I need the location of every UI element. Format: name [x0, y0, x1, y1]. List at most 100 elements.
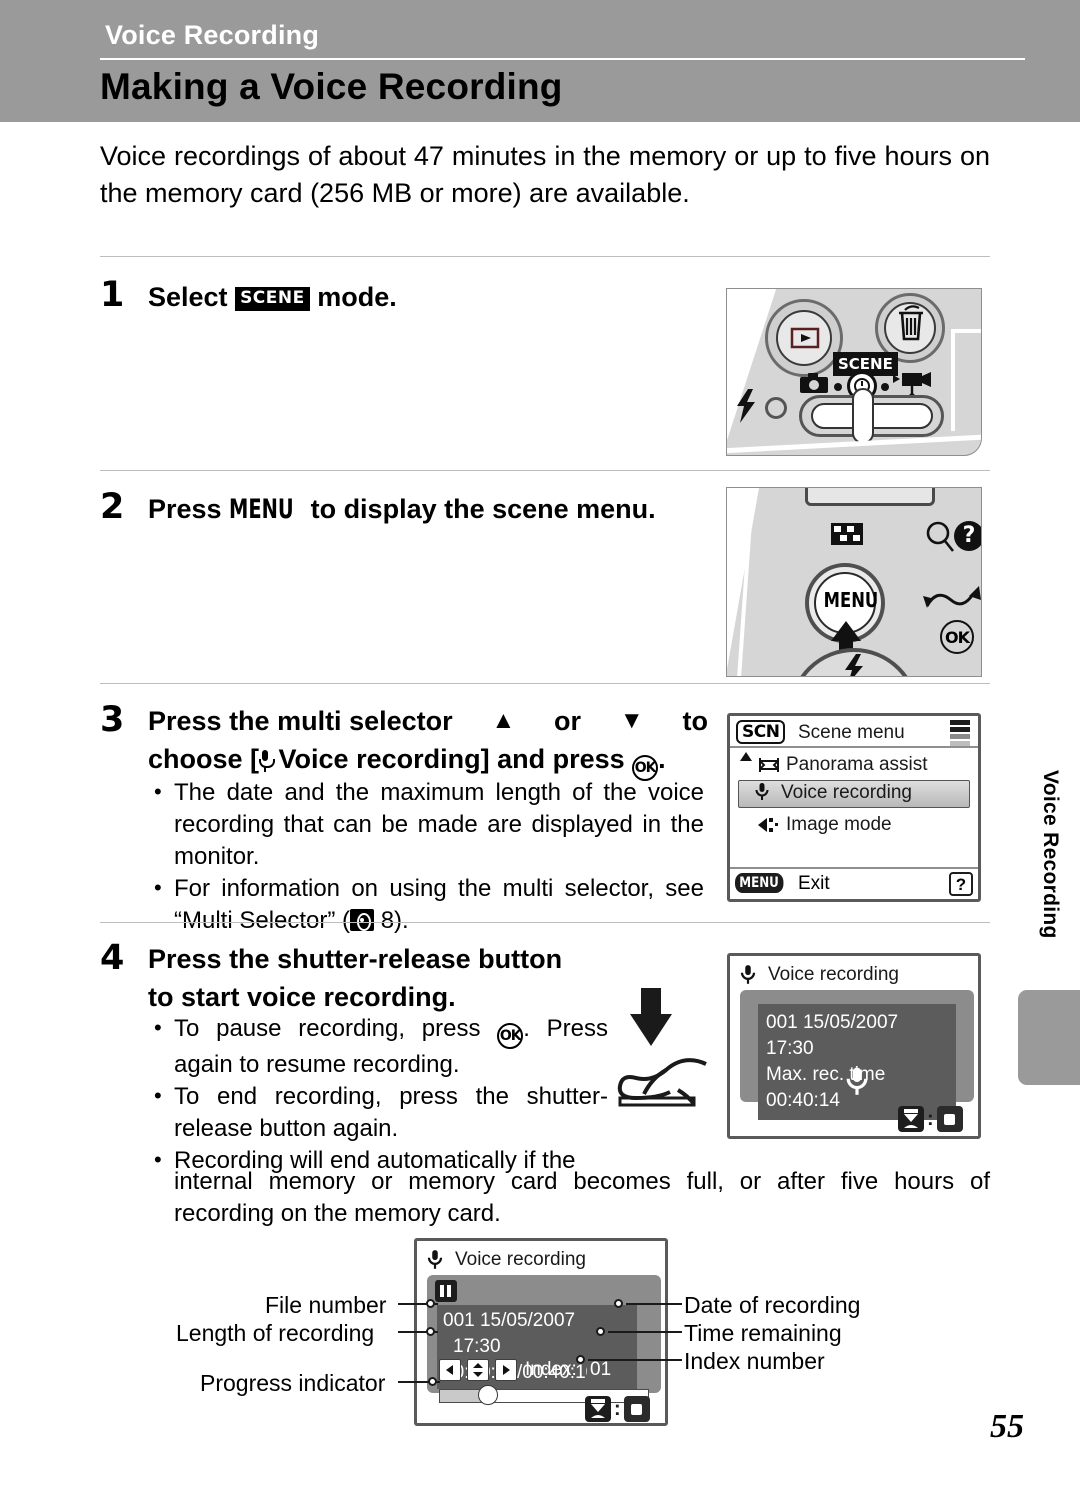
divider-1: [100, 256, 990, 257]
callout-length-of-recording: Length of recording: [176, 1320, 375, 1346]
image-mode-icon: [758, 818, 778, 832]
separator-colon: :: [614, 1397, 621, 1420]
step-1-text-pre: Select: [148, 282, 236, 312]
divider-2: [100, 470, 990, 471]
progress-bar-knob[interactable]: [477, 1385, 498, 1405]
step-2-text-pre: Press: [148, 494, 230, 524]
step-3-line2-post: .: [658, 744, 666, 774]
multi-selector-icon: [350, 909, 375, 931]
callout-time-remaining: Time remaining: [684, 1320, 842, 1346]
pause-icon: [435, 1280, 457, 1302]
scene-menu-label-image-mode: Image mode: [786, 814, 892, 835]
playback-icon: [790, 327, 820, 349]
step-4-bullet-3-cont: internal memory or memory card becomes f…: [174, 1168, 990, 1227]
mode-switch-thumb[interactable]: [852, 388, 874, 444]
step-4-bullet-1: To pause recording, press OK. Press agai…: [148, 1012, 608, 1081]
next-index-button[interactable]: [495, 1359, 517, 1381]
step-4-bullet-2: To end recording, press the shutter-rele…: [148, 1080, 608, 1145]
diagram-file-number: 001: [443, 1310, 475, 1331]
scn-badge: SCN: [736, 720, 786, 744]
step-4-number: 4: [100, 938, 125, 978]
step-4-bullets-b: internal memory or memory card becomes f…: [148, 1166, 990, 1230]
leader-line: [608, 1331, 682, 1333]
leader-dot: [426, 1327, 435, 1336]
step-2-number: 2: [100, 487, 125, 527]
leader-line: [626, 1303, 682, 1305]
scene-menu-footer: MENU Exit ?: [730, 867, 978, 899]
voice-screen-title: Voice recording: [768, 964, 899, 985]
menu-exit-tag[interactable]: MENU: [735, 873, 784, 893]
step-2-text-post: to display the scene menu.: [303, 494, 656, 524]
step-3-bullets: The date and the maximum length of the v…: [148, 776, 704, 937]
voice-screen-body: 001 15/05/2007 17:30 Max. rec. time 00:4…: [740, 990, 974, 1120]
side-tab-label: Voice Recording: [1039, 770, 1062, 939]
step-3-line1-pre: Press the multi selector: [148, 706, 453, 736]
menu-exit-label: Exit: [798, 873, 830, 894]
scroll-up-arrow-icon: [740, 752, 752, 761]
step-3-line2-pre: choose [: [148, 744, 260, 774]
scene-menu-screen: SCN Scene menu Panorama assist Voice rec…: [727, 713, 981, 902]
leader-dot: [596, 1327, 605, 1336]
scene-menu-label-panorama: Panorama assist: [786, 754, 928, 775]
camera-top-illustration: SCENE: [726, 288, 982, 456]
ok-button-icon: OK: [940, 620, 974, 654]
step-3-line2-mid: Voice recording] and press: [271, 744, 633, 774]
menu-tab-indicator: [950, 720, 970, 746]
microphone-icon: [846, 1067, 868, 1095]
callout-date-of-recording: Date of recording: [684, 1292, 861, 1318]
step-3-number: 3: [100, 700, 125, 740]
side-tab-block: [1018, 990, 1080, 1085]
scene-menu-header: SCN Scene menu: [730, 716, 978, 748]
step-4-line2: to start voice recording.: [148, 982, 456, 1012]
prev-index-button[interactable]: [439, 1359, 461, 1381]
stop-record-icon: [936, 1106, 963, 1132]
step-3-bullet-2-tail: 8).: [374, 907, 409, 934]
panorama-icon: [759, 758, 779, 772]
magnifier-icon: [926, 521, 955, 552]
index-updown-button[interactable]: [467, 1359, 489, 1381]
menu-button-label: MENU: [823, 588, 879, 612]
leader-dot: [614, 1299, 623, 1308]
step-3-heading: Press the multi selector ▲ or ▼ to choos…: [148, 702, 708, 781]
zoom-rocker: [805, 488, 935, 506]
scene-menu-item-voice-recording[interactable]: Voice recording: [738, 780, 970, 808]
shutter-press-icon: [585, 1396, 611, 1422]
leader-line: [588, 1359, 682, 1361]
leader-dot: [428, 1377, 437, 1386]
scene-menu-item-panorama[interactable]: Panorama assist: [758, 752, 928, 778]
step-3-bullet-2-text: For information on using the multi selec…: [174, 875, 704, 934]
step-3-bullet-2: For information on using the multi selec…: [148, 872, 704, 937]
diagram-date: 15/05/2007: [479, 1310, 576, 1331]
callout-progress-indicator: Progress indicator: [200, 1370, 386, 1396]
up-triangle-icon: ▲: [491, 707, 516, 734]
trash-icon: [899, 305, 923, 341]
menu-button-icon: MENU: [229, 494, 294, 525]
flash-lamp: [765, 397, 787, 419]
stop-record-icon: [623, 1396, 650, 1422]
step-3-bullet-1: The date and the maximum length of the v…: [148, 776, 704, 873]
voice-screen-line1: 001 15/05/2007 17:30: [766, 1012, 899, 1059]
step-1-number: 1: [100, 275, 125, 315]
down-triangle-icon: ▼: [619, 707, 644, 734]
diagram-screen-title: Voice recording: [455, 1249, 586, 1270]
help-button[interactable]: ?: [949, 872, 973, 896]
callout-file-number: File number: [265, 1292, 387, 1318]
flash-icon: [737, 389, 755, 423]
separator-colon: :: [927, 1107, 934, 1130]
divider-4: [100, 922, 990, 923]
step-3-line1-post: to: [682, 706, 708, 736]
voice-recording-screen: Voice recording 001 15/05/2007 17:30 Max…: [727, 953, 981, 1139]
leader-dot: [426, 1299, 435, 1308]
scene-menu-item-image-mode[interactable]: Image mode: [758, 812, 892, 838]
camera-menu-illustration: ? MENU OK: [726, 487, 982, 677]
page-header: Voice Recording Making a Voice Recording: [0, 0, 1080, 122]
camera-icon: [800, 373, 828, 393]
voice-screen-footer-icons: :: [898, 1106, 963, 1132]
diagram-index-value: 01: [587, 1359, 615, 1381]
step-4-line1: Press the shutter-release button: [148, 944, 563, 974]
step-1-text-post: mode.: [309, 282, 397, 312]
thumbnail-grid-icon: [831, 523, 863, 545]
ok-icon: OK: [497, 1023, 524, 1049]
step-2-heading: Press MENU to display the scene menu.: [148, 490, 708, 529]
diagram-footer-icons: :: [585, 1396, 650, 1422]
